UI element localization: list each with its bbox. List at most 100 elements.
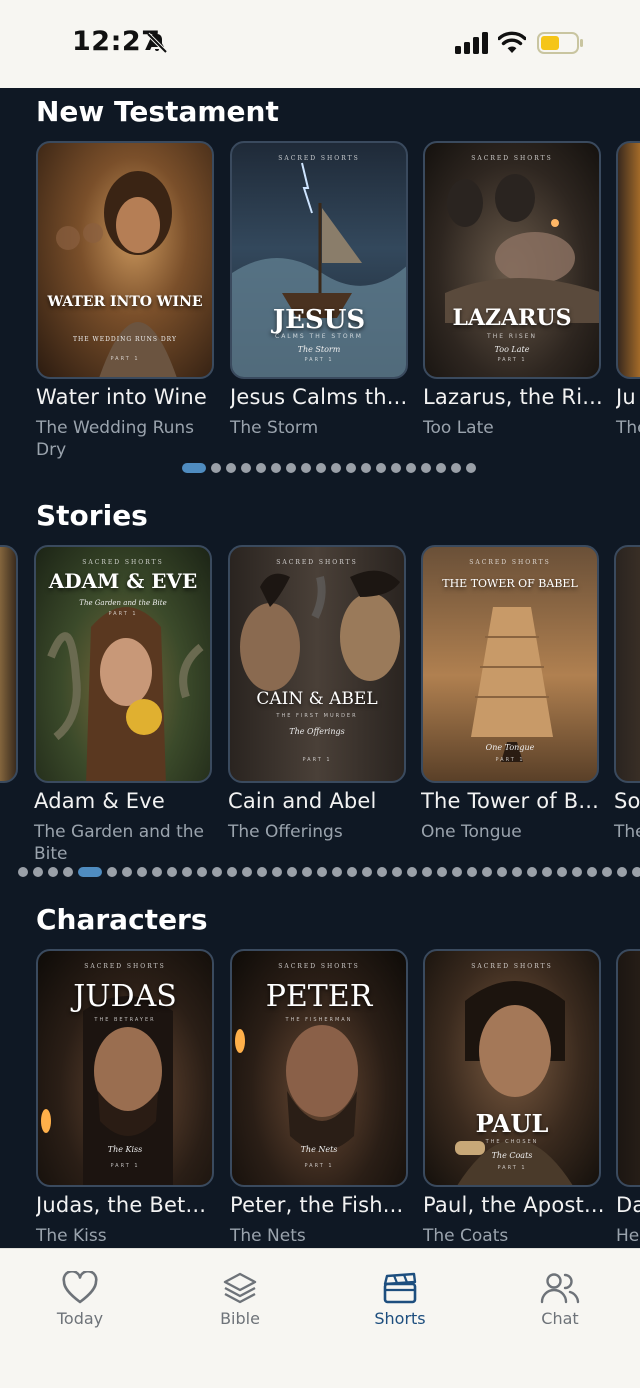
page-dot[interactable]	[33, 867, 43, 877]
page-dot[interactable]	[421, 463, 431, 473]
pagination-dots[interactable]	[18, 867, 640, 877]
poster-image: SACRED SHORTS THE TOWER OF BABEL One Ton…	[421, 545, 599, 783]
page-dot[interactable]	[572, 867, 582, 877]
page-dot[interactable]	[286, 463, 296, 473]
page-dot[interactable]	[452, 867, 462, 877]
page-dot[interactable]	[302, 867, 312, 877]
page-dot-active[interactable]	[78, 867, 102, 877]
pagination-dots[interactable]	[182, 463, 476, 473]
page-dot[interactable]	[227, 867, 237, 877]
page-dot[interactable]	[107, 867, 117, 877]
page-dot[interactable]	[437, 867, 447, 877]
page-dot[interactable]	[376, 463, 386, 473]
page-dot[interactable]	[466, 463, 476, 473]
poster-part: PART 1	[304, 357, 334, 363]
page-dot[interactable]	[48, 867, 58, 877]
poster-art	[232, 162, 406, 377]
page-dot[interactable]	[406, 463, 416, 473]
shorts-feed[interactable]: New Testament WATER INTO WINE THE WEDDIN…	[0, 88, 640, 1248]
page-dot[interactable]	[152, 867, 162, 877]
poster-part: PART 1	[110, 1163, 140, 1169]
page-dot[interactable]	[346, 463, 356, 473]
page-dot[interactable]	[241, 463, 251, 473]
page-dot[interactable]	[557, 867, 567, 877]
page-dot[interactable]	[271, 463, 281, 473]
page-dot[interactable]	[602, 867, 612, 877]
page-dot[interactable]	[497, 867, 507, 877]
page-dot[interactable]	[361, 463, 371, 473]
page-dot[interactable]	[331, 463, 341, 473]
page-dot[interactable]	[167, 867, 177, 877]
page-dot[interactable]	[242, 867, 252, 877]
status-bar: 12:27	[0, 0, 640, 88]
page-dot[interactable]	[272, 867, 282, 877]
page-dot[interactable]	[257, 867, 267, 877]
poster-subtitle: The Storm	[297, 345, 341, 354]
poster-title: JUDAS	[73, 979, 177, 1014]
page-dot[interactable]	[422, 867, 432, 877]
page-dot[interactable]	[122, 867, 132, 877]
tab-bible[interactable]: Bible	[180, 1271, 300, 1328]
poster-image: SACRED SHORTS ADAM & EVE The Garden and …	[34, 545, 212, 783]
poster-tagline: THE FISHERMAN	[285, 1017, 353, 1023]
poster-title: PETER	[265, 979, 373, 1014]
tab-shorts[interactable]: Shorts	[340, 1271, 460, 1328]
section-title: Characters	[36, 903, 208, 936]
page-dot[interactable]	[197, 867, 207, 877]
page-dot[interactable]	[226, 463, 236, 473]
page-dot[interactable]	[377, 867, 387, 877]
page-dot[interactable]	[332, 867, 342, 877]
card-subtitle: The Storm	[230, 418, 319, 438]
poster-part: PART 1	[110, 356, 140, 362]
page-dot[interactable]	[256, 463, 266, 473]
page-dot[interactable]	[317, 867, 327, 877]
card-subtitle: The Wedding Runs Dry	[36, 418, 195, 460]
page-dot[interactable]	[587, 867, 597, 877]
page-dot[interactable]	[301, 463, 311, 473]
page-dot[interactable]	[467, 867, 477, 877]
card-subtitle: The Nets	[230, 1226, 306, 1246]
page-dot[interactable]	[527, 867, 537, 877]
page-dot-active[interactable]	[182, 463, 206, 473]
page-dot[interactable]	[316, 463, 326, 473]
page-dot[interactable]	[407, 867, 417, 877]
tab-label: Today	[56, 1309, 104, 1328]
bell-muted-icon	[146, 32, 168, 54]
tab-today[interactable]: Today	[20, 1271, 140, 1328]
page-dot[interactable]	[542, 867, 552, 877]
card-title: Cain and Abel	[228, 789, 377, 813]
poster-part: PART 1	[497, 1165, 527, 1171]
users-icon	[540, 1273, 580, 1304]
card-subtitle: The Coats	[423, 1226, 509, 1246]
page-dot[interactable]	[391, 463, 401, 473]
poster-brand: SACRED SHORTS	[278, 155, 360, 162]
page-dot[interactable]	[63, 867, 73, 877]
page-dot[interactable]	[211, 463, 221, 473]
clapperboard-icon	[383, 1272, 417, 1304]
poster-part: PART 1	[302, 757, 332, 763]
page-dot[interactable]	[362, 867, 372, 877]
page-dot[interactable]	[212, 867, 222, 877]
poster-brand: SACRED SHORTS	[276, 559, 358, 566]
page-dot[interactable]	[347, 867, 357, 877]
page-dot[interactable]	[137, 867, 147, 877]
page-dot[interactable]	[18, 867, 28, 877]
tab-label: Shorts	[374, 1309, 426, 1328]
page-dot[interactable]	[182, 867, 192, 877]
page-dot[interactable]	[482, 867, 492, 877]
page-dot[interactable]	[632, 867, 640, 877]
page-dot[interactable]	[436, 463, 446, 473]
poster-subtitle: The Offerings	[289, 727, 345, 736]
page-dot[interactable]	[617, 867, 627, 877]
poster-image	[0, 545, 18, 783]
poster-image: SACRED SHORTS PAUL THE CHOSEN The Coats …	[423, 949, 601, 1187]
poster-brand: SACRED SHORTS	[469, 559, 551, 566]
page-dot[interactable]	[287, 867, 297, 877]
page-dot[interactable]	[512, 867, 522, 877]
card-subtitle: He	[616, 1226, 640, 1246]
poster-image: SACRED SHORTS LAZARUS THE RISEN Too Late…	[423, 141, 601, 379]
tab-chat[interactable]: Chat	[500, 1271, 620, 1328]
page-dot[interactable]	[392, 867, 402, 877]
page-dot[interactable]	[451, 463, 461, 473]
heart-icon	[62, 1271, 98, 1304]
